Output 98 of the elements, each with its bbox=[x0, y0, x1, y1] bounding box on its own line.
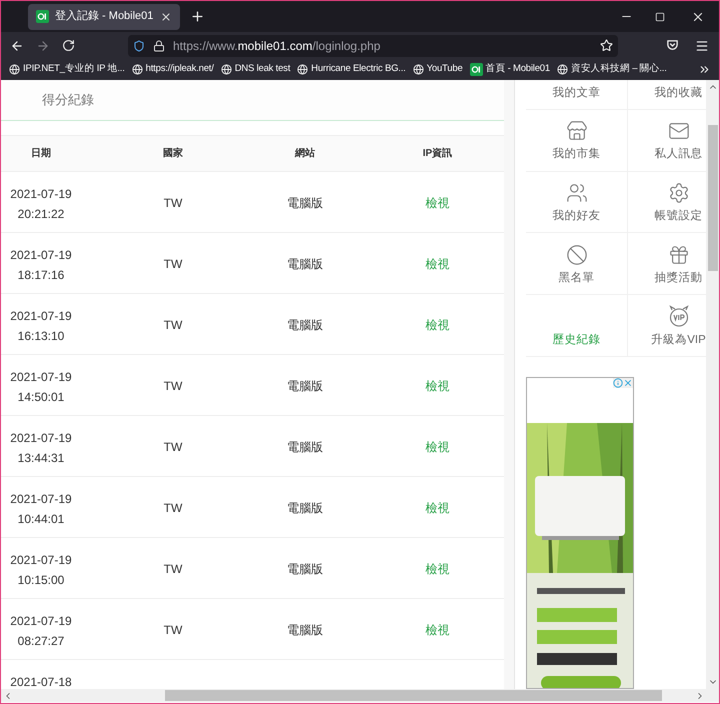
bookmark-label: 首頁 - Mobile01 bbox=[486, 62, 550, 76]
scrollbar-thumb[interactable] bbox=[165, 690, 662, 701]
date-text: 2021-07-19 bbox=[10, 491, 72, 508]
column-header: 日期 bbox=[30, 146, 52, 161]
date-text: 2021-07-19 bbox=[10, 430, 72, 447]
bookmark-label: YouTube bbox=[426, 62, 463, 76]
country-cell-text: TW bbox=[162, 439, 184, 456]
view-link[interactable]: 檢視 bbox=[371, 438, 504, 456]
users-icon bbox=[566, 182, 588, 204]
card-title: 得分紀錄 bbox=[42, 91, 94, 110]
globe-icon bbox=[220, 64, 232, 75]
close-tab-icon[interactable] bbox=[160, 10, 172, 22]
view-link[interactable]: 檢視 bbox=[371, 316, 504, 334]
country-cell-text: TW bbox=[162, 561, 184, 578]
bookmark-label: DNS leak test bbox=[234, 62, 290, 76]
site-logo bbox=[470, 63, 483, 76]
maximize-icon[interactable] bbox=[655, 12, 665, 22]
lock-icon[interactable] bbox=[153, 40, 165, 52]
url-text: https://www.mobile01.com/loginlog.php bbox=[173, 38, 382, 54]
browser-tab[interactable]: 登入記錄 - Mobile01 bbox=[28, 4, 180, 30]
site-cell-text: 電腦版 bbox=[286, 561, 324, 578]
view-link[interactable]: 檢視 bbox=[371, 621, 504, 639]
ad-close-icon[interactable] bbox=[623, 378, 633, 388]
site-logo bbox=[36, 10, 49, 23]
time-text: 20:21:22 bbox=[18, 206, 64, 223]
back-icon[interactable] bbox=[10, 38, 24, 52]
view-link[interactable]: 檢視 bbox=[371, 499, 504, 517]
view-link[interactable]: 檢視 bbox=[371, 377, 504, 395]
bookmark-label: https://ipleak.net/ bbox=[146, 62, 214, 76]
time-text: 14:50:01 bbox=[18, 389, 64, 406]
date-text: 2021-07-18 bbox=[10, 674, 72, 689]
store-icon bbox=[566, 120, 588, 142]
bookmark-label: 資安人科技網 – 關心... bbox=[570, 62, 667, 76]
time-text: 13:44:31 bbox=[18, 450, 64, 467]
country-cell-text: TW bbox=[162, 195, 184, 212]
date-text: 2021-07-19 bbox=[10, 186, 72, 203]
bookmark-item[interactable]: YouTube bbox=[412, 62, 463, 77]
globe-icon bbox=[297, 64, 308, 75]
bookmark-item[interactable]: DNS leak test bbox=[220, 62, 290, 77]
country-cell-text: TW bbox=[162, 378, 184, 395]
pocket-icon[interactable] bbox=[666, 39, 679, 52]
view-link[interactable]: 檢視 bbox=[371, 194, 504, 212]
sidebar-item[interactable]: 我的文章 bbox=[526, 80, 628, 109]
view-link[interactable]: 檢視 bbox=[371, 255, 504, 273]
sidebar-item[interactable]: 歷史紀錄 bbox=[526, 295, 628, 356]
time-text: 10:44:01 bbox=[18, 511, 64, 528]
ad-info-icon[interactable] bbox=[613, 378, 623, 388]
gift-icon bbox=[668, 244, 690, 266]
tab-title: 登入記錄 - Mobile01 bbox=[55, 9, 154, 24]
site-cell-text: 電腦版 bbox=[286, 256, 324, 273]
site-cell-text: 電腦版 bbox=[286, 195, 324, 212]
more-bookmarks-icon[interactable] bbox=[698, 63, 711, 76]
globe-icon bbox=[412, 64, 424, 75]
date-text: 2021-07-19 bbox=[10, 613, 72, 630]
column-header: IP資訊 bbox=[422, 146, 454, 161]
bookmark-item[interactable]: Hurricane Electric BG... bbox=[297, 62, 406, 77]
menu-icon[interactable] bbox=[695, 38, 709, 52]
view-link[interactable]: 檢視 bbox=[371, 560, 504, 578]
column-header: 國家 bbox=[162, 146, 184, 161]
shield-icon[interactable] bbox=[133, 40, 145, 52]
new-tab-icon[interactable] bbox=[190, 9, 205, 24]
ban-icon bbox=[566, 244, 588, 266]
site-cell-text: 電腦版 bbox=[286, 622, 324, 639]
country-cell-text: TW bbox=[162, 317, 184, 334]
sidebar-item[interactable]: 我的市集 bbox=[526, 110, 628, 171]
time-text: 16:13:10 bbox=[18, 328, 64, 345]
horizontal-scrollbar[interactable] bbox=[1, 689, 719, 702]
scrollbar-thumb[interactable] bbox=[708, 125, 718, 271]
date-text: 2021-07-19 bbox=[10, 369, 72, 386]
date-text: 2021-07-19 bbox=[10, 308, 72, 325]
vip-badge-icon bbox=[666, 304, 690, 328]
sidebar-item[interactable]: 我的好友 bbox=[526, 172, 628, 232]
site-cell-text: 電腦版 bbox=[286, 500, 324, 517]
bookmark-item[interactable]: 資安人科技網 – 關心... bbox=[556, 62, 667, 77]
site-cell-text: 電腦版 bbox=[286, 378, 324, 395]
settings-icon bbox=[668, 182, 690, 204]
date-text: 2021-07-19 bbox=[10, 552, 72, 569]
bookmark-label: Hurricane Electric BG... bbox=[311, 62, 406, 76]
bookmark-item[interactable]: https://ipleak.net/ bbox=[132, 62, 214, 77]
site-cell-text: 電腦版 bbox=[286, 439, 324, 456]
address-bar[interactable]: https://www.mobile01.com/loginlog.php bbox=[128, 34, 618, 56]
country-cell-text: TW bbox=[162, 500, 184, 517]
globe-icon bbox=[132, 64, 143, 75]
bookmark-star-icon[interactable] bbox=[600, 39, 613, 52]
globe-icon bbox=[9, 64, 20, 75]
country-cell-text: TW bbox=[162, 256, 184, 273]
date-text: 2021-07-19 bbox=[10, 247, 72, 264]
reload-icon[interactable] bbox=[62, 39, 75, 52]
time-text: 18:17:16 bbox=[18, 267, 64, 284]
bookmark-item[interactable]: 首頁 - Mobile01 bbox=[470, 62, 550, 77]
time-text: 08:27:27 bbox=[18, 633, 64, 650]
sidebar-item[interactable]: 黑名單 bbox=[526, 233, 628, 294]
vertical-scrollbar[interactable] bbox=[706, 80, 719, 689]
country-cell-text: TW bbox=[162, 622, 184, 639]
time-text: 10:15:00 bbox=[18, 572, 64, 589]
column-header: 網站 bbox=[294, 146, 316, 161]
site-cell-text: 電腦版 bbox=[286, 317, 324, 334]
globe-icon bbox=[556, 64, 568, 75]
